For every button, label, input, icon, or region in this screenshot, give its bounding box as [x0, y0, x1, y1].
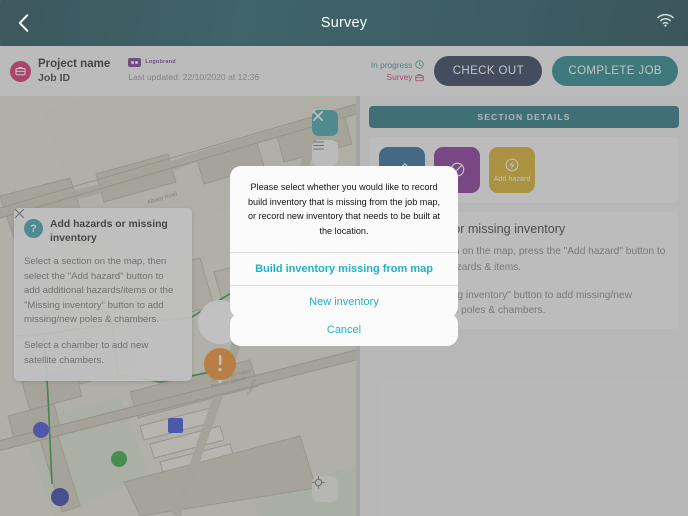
inventory-choice-dialog: Please select whether you would like to …: [230, 166, 458, 318]
cancel-button[interactable]: Cancel: [230, 313, 458, 346]
build-inventory-missing-from-map-button[interactable]: Build inventory missing from map: [230, 251, 458, 285]
dialog-message: Please select whether you would like to …: [247, 182, 441, 237]
survey-app-screen: Survey Project name Job ID Logobrand Las…: [0, 0, 688, 516]
page-title: Survey: [320, 15, 368, 31]
wifi-icon: [657, 13, 674, 32]
